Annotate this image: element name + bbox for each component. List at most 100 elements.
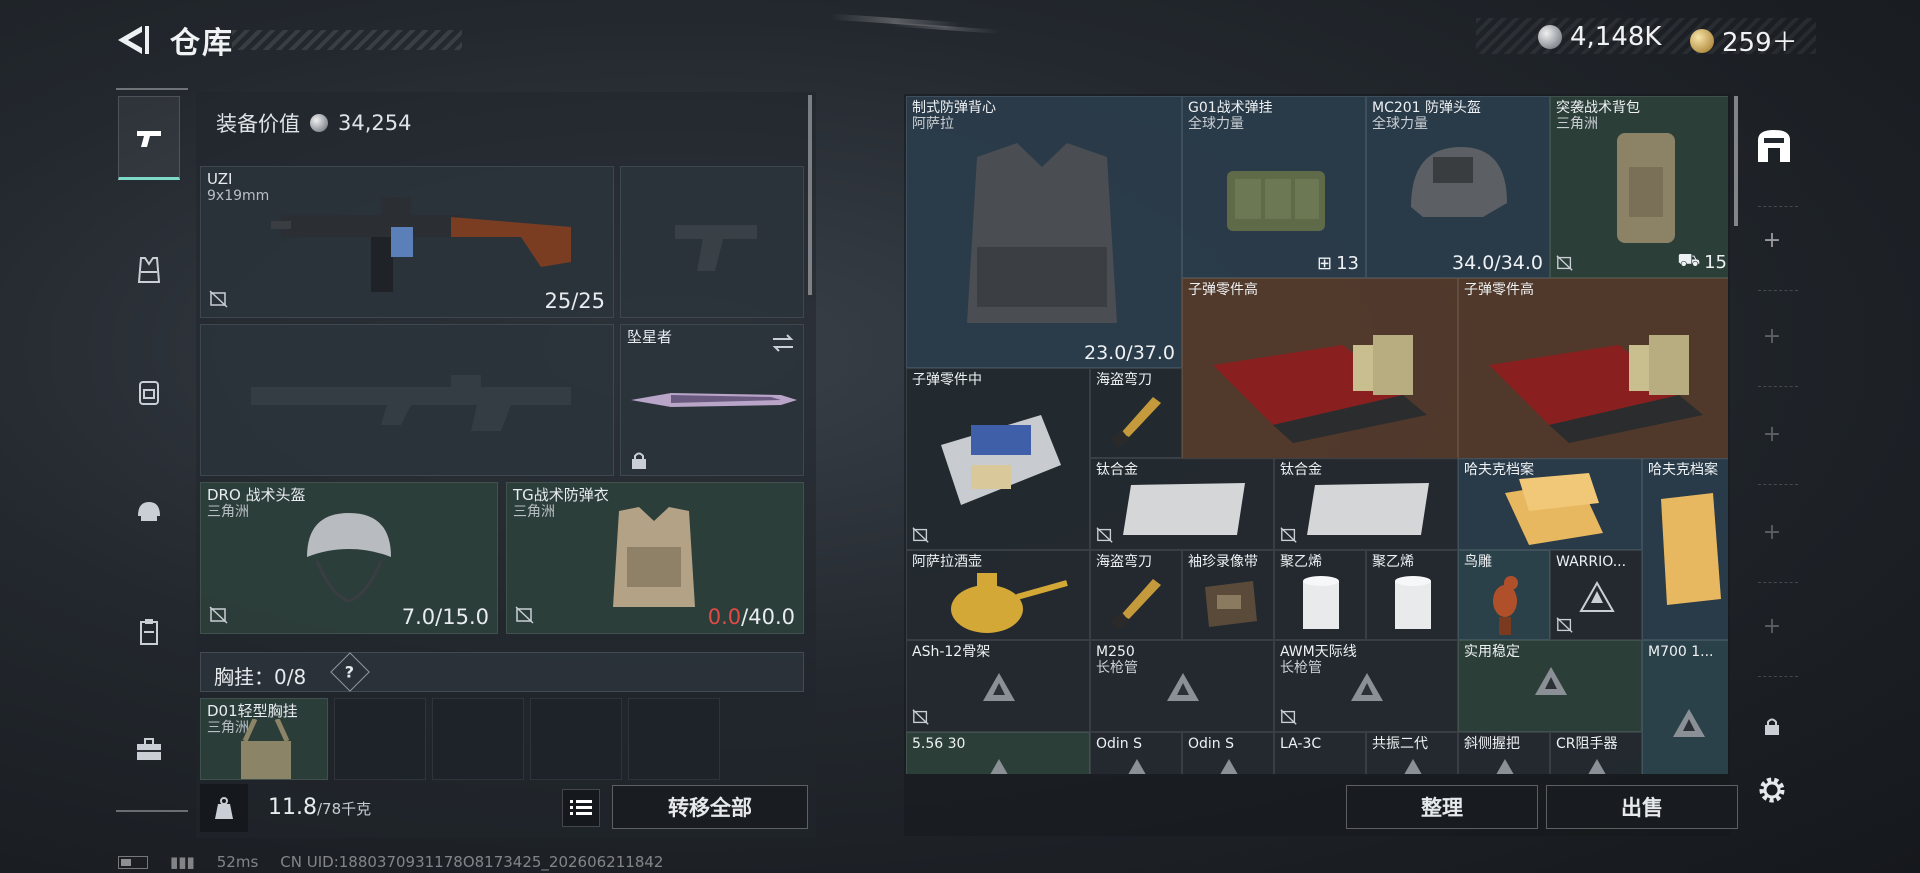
- storage-item[interactable]: WARRIO...: [1550, 550, 1642, 640]
- no-insure-icon: [515, 606, 534, 624]
- add-storage-tab[interactable]: +: [1752, 512, 1792, 552]
- storage-item[interactable]: 鸟雕: [1458, 550, 1550, 640]
- add-storage-tab[interactable]: +: [1752, 220, 1792, 260]
- storage-item[interactable]: 哈夫克档案: [1458, 458, 1642, 550]
- silver-currency[interactable]: 4,148K: [1538, 22, 1661, 52]
- item-capacity: ⊞ 13: [1317, 253, 1359, 274]
- storage-item[interactable]: 5.56 30: [906, 732, 1090, 774]
- rail-divider: [1758, 386, 1798, 387]
- rail-divider: [1758, 676, 1798, 677]
- swap-icon[interactable]: [771, 333, 795, 353]
- nav-divider: [116, 88, 188, 90]
- storage-item[interactable]: 制式防弹背心 阿萨拉 23.0/37.0: [906, 96, 1182, 368]
- item-name: MC201 防弹头盔: [1372, 100, 1482, 116]
- storage-item[interactable]: 钛合金: [1274, 458, 1458, 550]
- armor-vest-image: [613, 507, 695, 607]
- storage-item[interactable]: Odin S: [1182, 732, 1274, 774]
- nav-case[interactable]: [118, 708, 180, 792]
- rig-pocket-slot[interactable]: [432, 698, 524, 780]
- storage-scrollbar[interactable]: [1734, 96, 1738, 226]
- gold-currency[interactable]: 259＋: [1690, 22, 1798, 59]
- storage-item[interactable]: 海盗弯刀: [1090, 368, 1182, 458]
- vest-icon: [137, 257, 161, 283]
- attachment-icon: [1487, 757, 1523, 774]
- no-insure-icon: [209, 606, 228, 624]
- storage-item[interactable]: M700 1...: [1642, 640, 1728, 774]
- page-title: 仓库: [170, 26, 234, 61]
- melee-slot[interactable]: 坠星者: [620, 324, 804, 476]
- pistol-icon: [137, 131, 161, 147]
- rifle-silhouette-icon: [251, 375, 571, 431]
- rig-pocket-slot[interactable]: [334, 698, 426, 780]
- storage-item[interactable]: 共振二代: [1366, 732, 1458, 774]
- storage-item[interactable]: ASh-12骨架: [906, 640, 1090, 732]
- storage-item[interactable]: 聚乙烯: [1274, 550, 1366, 640]
- helmet-slot[interactable]: DRO 战术头盔 三角洲 7.0/15.0: [200, 482, 498, 634]
- equipment-value-label: 装备价值: [216, 112, 300, 136]
- chest-rig-slot[interactable]: D01轻型胸挂 三角洲: [200, 698, 328, 780]
- secondary-weapon-slot[interactable]: [200, 324, 614, 476]
- armor-name: TG战术防弹衣: [513, 486, 609, 504]
- storage-item[interactable]: Odin S: [1090, 732, 1182, 774]
- weight-icon-box: [200, 784, 248, 832]
- storage-item[interactable]: 斜侧握把: [1458, 732, 1550, 774]
- storage-item[interactable]: 哈夫克档案: [1642, 458, 1728, 640]
- item-name: 海盗弯刀: [1096, 372, 1152, 388]
- armor-slot[interactable]: TG战术防弹衣 三角洲 0.0/40.0: [506, 482, 804, 634]
- storage-item[interactable]: 突袭战术背包 三角洲 ⛟ 15: [1550, 96, 1728, 278]
- primary-weapon-slot[interactable]: UZI 9x19mm 25/25: [200, 166, 614, 318]
- storage-item[interactable]: M250 长枪管: [1090, 640, 1274, 732]
- gold-amount: 259＋: [1722, 28, 1798, 58]
- rig-pocket-slot[interactable]: [628, 698, 720, 780]
- attachment-icon: [981, 671, 1017, 703]
- storage-item[interactable]: CR阻手器: [1550, 732, 1642, 774]
- back-button[interactable]: [112, 20, 152, 60]
- item-name: Odin S: [1188, 736, 1235, 752]
- sell-button[interactable]: 出售: [1546, 785, 1738, 829]
- titanium-plate-image: [1307, 483, 1429, 535]
- storage-item[interactable]: 子弹零件中: [906, 368, 1090, 550]
- storage-item[interactable]: 子弹零件高: [1458, 278, 1728, 460]
- pistol-slot[interactable]: [620, 166, 804, 318]
- equipment-scrollbar[interactable]: [808, 95, 812, 295]
- machete-image: [1110, 397, 1161, 449]
- rig-pocket-slot[interactable]: [530, 698, 622, 780]
- storage-item[interactable]: 钛合金: [1090, 458, 1274, 550]
- storage-item[interactable]: 子弹零件高: [1182, 278, 1458, 460]
- sort-button[interactable]: 整理: [1346, 785, 1538, 829]
- nav-weapons[interactable]: [118, 96, 180, 180]
- ammo-parts-image: [1213, 335, 1427, 443]
- lock-icon: [1765, 718, 1779, 735]
- plus-icon: +: [1762, 421, 1782, 447]
- storage-item[interactable]: 实用稳定: [1458, 640, 1642, 732]
- nav-armor[interactable]: [118, 590, 180, 674]
- add-storage-tab[interactable]: +: [1752, 606, 1792, 646]
- storage-item[interactable]: G01战术弹挂 全球力量 ⊞ 13: [1182, 96, 1366, 278]
- storage-item[interactable]: 阿萨拉酒壶: [906, 550, 1090, 640]
- add-storage-tab[interactable]: +: [1752, 316, 1792, 356]
- locked-storage-tab[interactable]: [1752, 706, 1792, 746]
- nav-chest-rig[interactable]: [118, 228, 180, 312]
- storage-item[interactable]: 袖珍录像带: [1182, 550, 1274, 640]
- item-name: 子弹零件中: [912, 372, 982, 388]
- storage-tab-main[interactable]: [1752, 124, 1796, 168]
- weapon-ammo: 25/25: [544, 289, 605, 313]
- nav-helmet[interactable]: [118, 470, 180, 554]
- add-storage-tab[interactable]: +: [1752, 414, 1792, 454]
- transfer-all-button[interactable]: 转移全部: [612, 785, 808, 829]
- storage-grid: 制式防弹背心 阿萨拉 23.0/37.0 G01战术弹挂 全球力量 ⊞ 13 MC…: [906, 96, 1728, 774]
- no-insure-icon: [1096, 527, 1113, 543]
- storage-item[interactable]: AWM天际线 长枪管: [1274, 640, 1458, 732]
- no-insure-icon: [1280, 709, 1297, 725]
- item-name: ASh-12骨架: [912, 644, 991, 660]
- storage-item[interactable]: MC201 防弹头盔 全球力量 34.0/34.0: [1366, 96, 1550, 278]
- storage-item[interactable]: LA-3C: [1274, 732, 1366, 774]
- list-view-button[interactable]: [562, 789, 600, 827]
- storage-item[interactable]: 聚乙烯: [1366, 550, 1458, 640]
- storage-item[interactable]: 海盗弯刀: [1090, 550, 1182, 640]
- item-name: 子弹零件高: [1464, 282, 1534, 298]
- ping-readout: 52ms: [216, 853, 259, 871]
- helmet-durability: 7.0/15.0: [401, 605, 489, 629]
- nav-backpack[interactable]: [118, 350, 180, 434]
- settings-button[interactable]: [1752, 770, 1792, 810]
